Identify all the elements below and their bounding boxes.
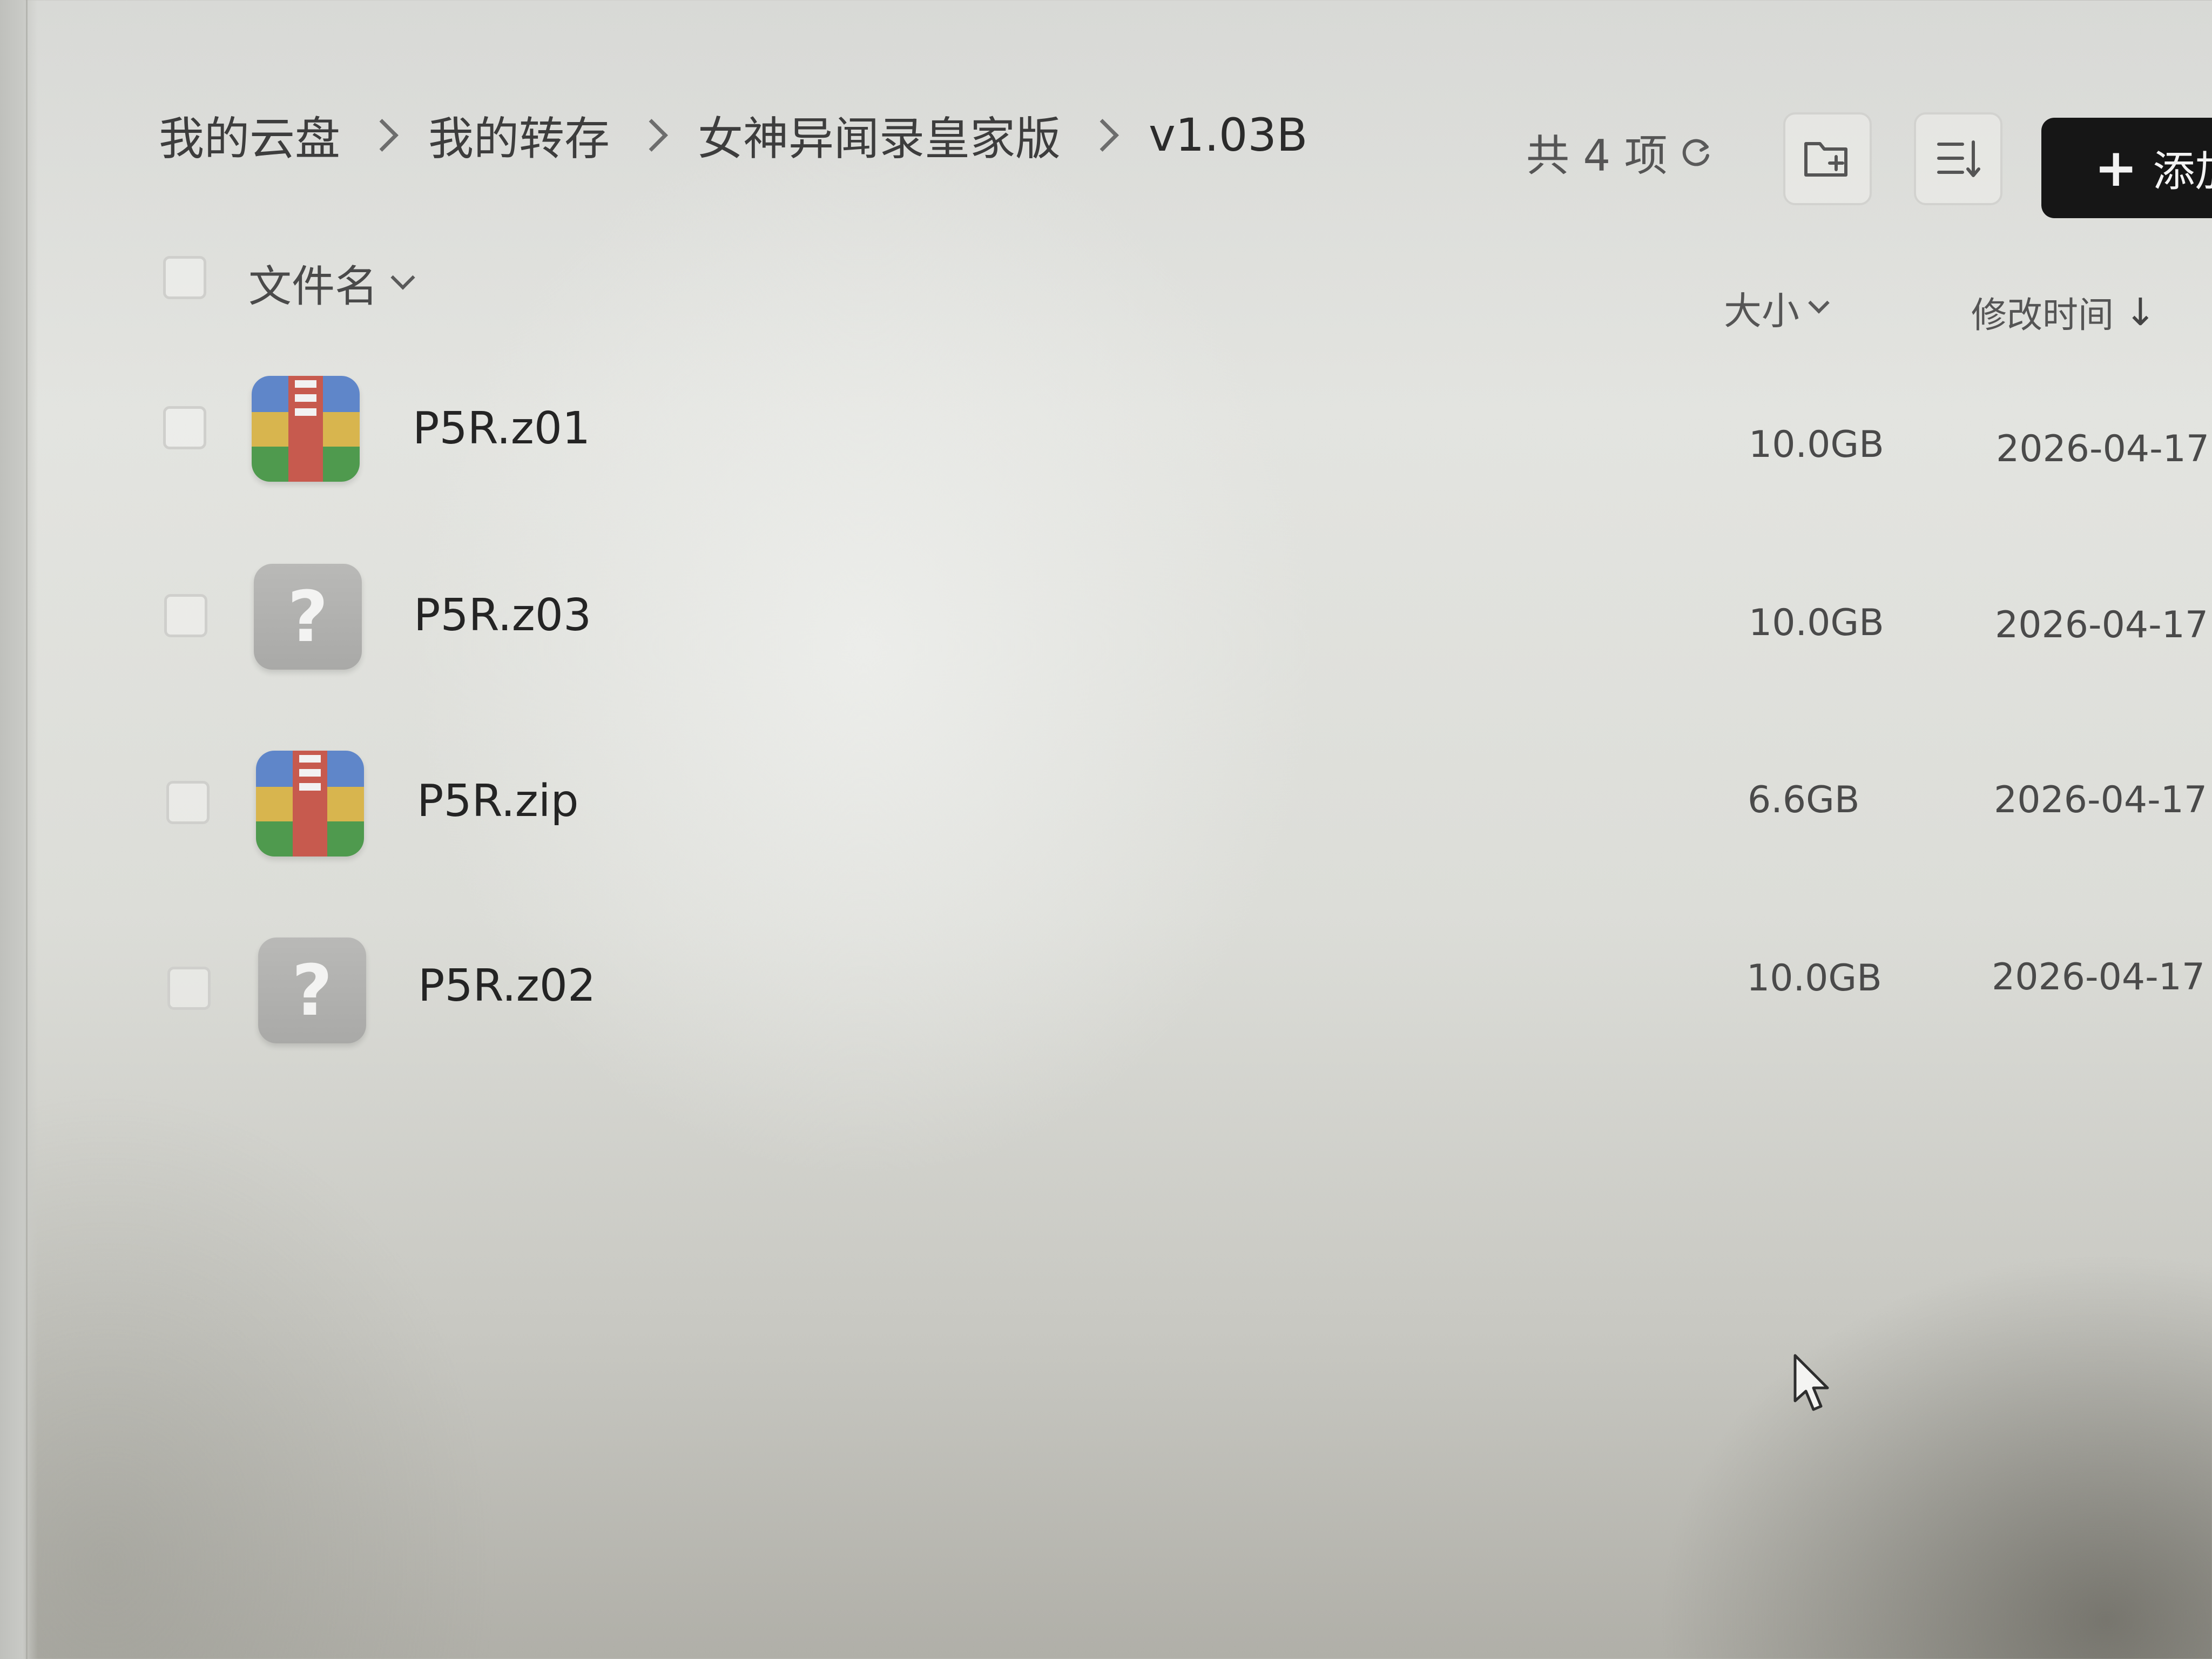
file-size: 10.0GB xyxy=(1746,957,1882,1000)
unknown-file-icon: ? xyxy=(254,564,362,670)
chevron-right-icon xyxy=(635,118,668,152)
column-header-modified[interactable]: 修改时间 ↓ xyxy=(1971,286,2156,338)
file-modified: 2026-04-17 2 xyxy=(1995,604,2212,646)
column-header-name[interactable]: 文件名 xyxy=(248,252,415,314)
new-folder-icon xyxy=(1804,142,1847,177)
file-name[interactable]: P5R.zip xyxy=(417,775,579,827)
file-name[interactable]: P5R.z03 xyxy=(414,590,591,641)
add-button[interactable]: + 添加 xyxy=(2041,118,2212,218)
mouse-cursor-icon xyxy=(1793,1354,1829,1411)
file-size: 10.0GB xyxy=(1749,423,1884,466)
column-header-size[interactable]: 大小 xyxy=(1724,281,1830,335)
chevron-down-icon xyxy=(1808,292,1830,314)
file-name[interactable]: P5R.z01 xyxy=(413,403,590,454)
file-modified: 2026-04-17 2 xyxy=(1992,956,2212,999)
file-modified: 2026-04-17 2 xyxy=(1996,428,2212,470)
column-header-modified-label: 修改时间 xyxy=(1971,294,2114,336)
file-size: 6.6GB xyxy=(1748,779,1860,821)
sidebar-divider xyxy=(26,0,28,1659)
sort-icon xyxy=(1937,140,1980,177)
row-checkbox[interactable] xyxy=(166,781,210,824)
screen-bezel xyxy=(0,0,38,1659)
column-header-name-label: 文件名 xyxy=(248,261,378,312)
add-button-label: 添加 xyxy=(2153,147,2212,196)
select-all-checkbox[interactable] xyxy=(163,256,206,299)
refresh-icon[interactable] xyxy=(1678,135,1713,170)
item-count: 共 4 项 xyxy=(1526,121,1713,184)
chevron-right-icon xyxy=(366,118,399,152)
file-name[interactable]: P5R.z02 xyxy=(418,960,596,1011)
row-checkbox[interactable] xyxy=(167,967,211,1010)
column-header-size-label: 大小 xyxy=(1724,289,1799,333)
archive-icon xyxy=(252,376,360,482)
item-count-label: 共 4 项 xyxy=(1526,131,1668,181)
row-checkbox[interactable] xyxy=(164,594,207,637)
chevron-down-icon xyxy=(390,265,415,290)
file-modified: 2026-04-17 2 xyxy=(1994,779,2212,821)
row-checkbox[interactable] xyxy=(163,406,206,449)
table-row[interactable]: ? P5R.z02 10.0GB 2026-04-17 2 xyxy=(0,0,2212,1043)
file-size: 10.0GB xyxy=(1749,602,1884,644)
sort-button[interactable] xyxy=(1914,112,2002,205)
new-folder-button[interactable] xyxy=(1783,112,1872,205)
sort-descending-icon: ↓ xyxy=(2125,290,2156,334)
archive-icon xyxy=(256,751,364,857)
unknown-file-icon: ? xyxy=(258,938,366,1043)
chevron-right-icon xyxy=(1086,118,1119,152)
plus-icon: + xyxy=(2094,138,2138,198)
